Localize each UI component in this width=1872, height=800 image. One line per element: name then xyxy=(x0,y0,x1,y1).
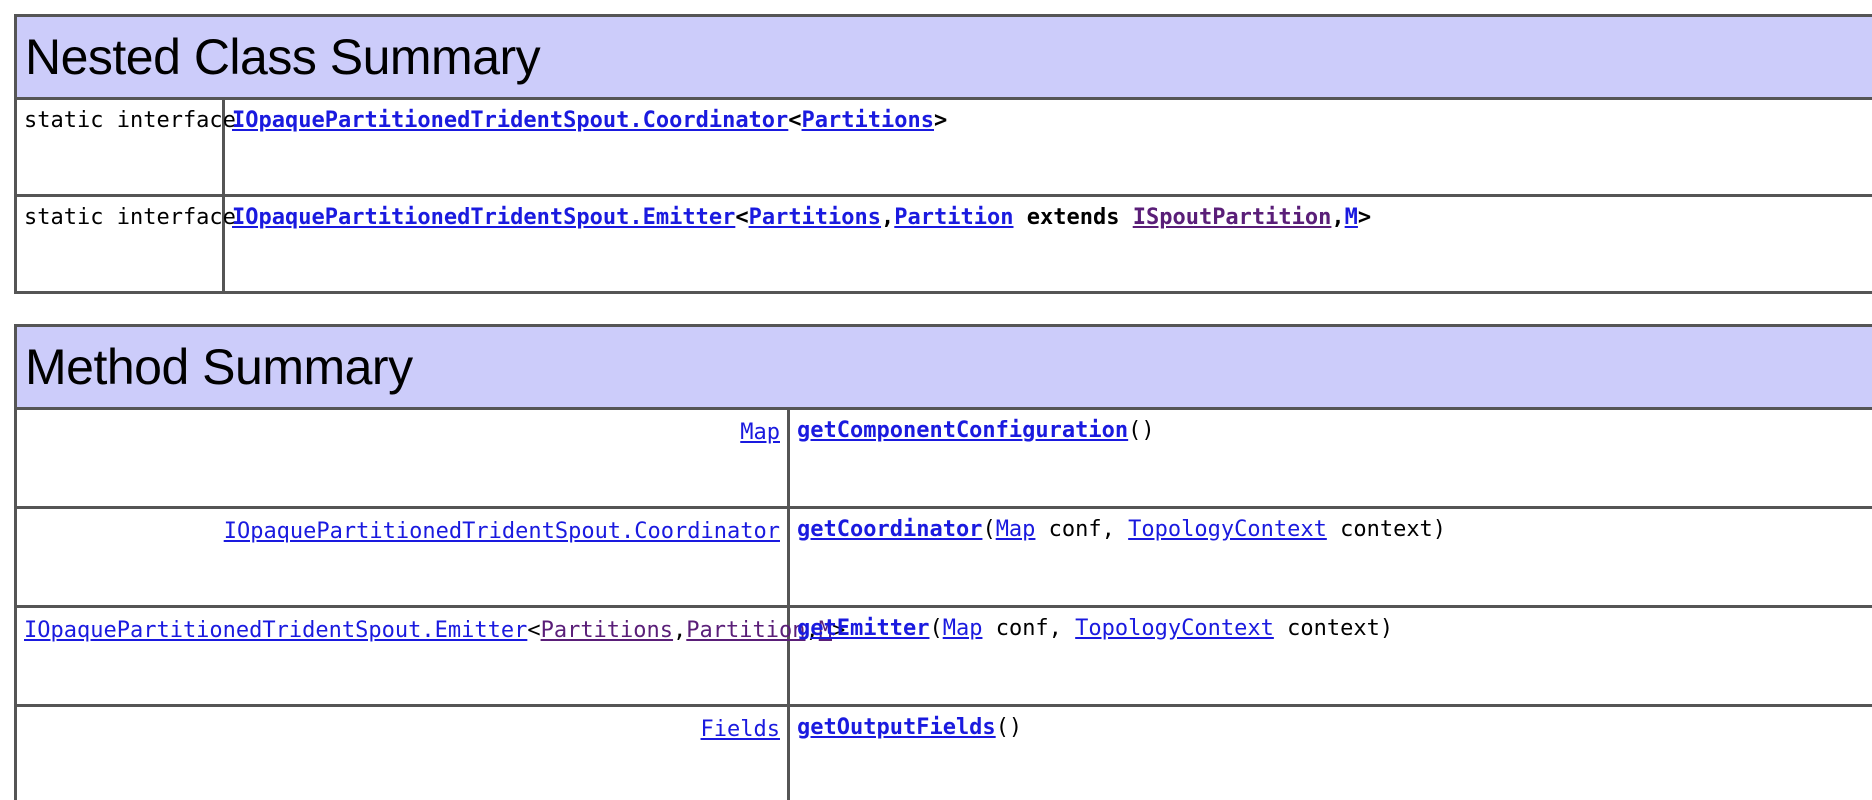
params-open: ( xyxy=(982,517,996,542)
modifier-cell: static interface xyxy=(14,97,236,197)
getoutputfields-method-link[interactable]: getOutputFields xyxy=(797,715,996,740)
extends-keyword: extends xyxy=(1013,205,1133,230)
partition-type-link[interactable]: Partition xyxy=(894,205,1013,230)
generic-close: > xyxy=(1357,205,1372,230)
return-type-cell: IOpaquePartitionedTridentSpout.Coordinat… xyxy=(14,506,790,608)
generic-close: > xyxy=(934,108,948,133)
return-type-cell: Fields xyxy=(14,704,790,800)
nested-class-summary-table: Nested Class Summary static interface IO… xyxy=(14,14,1872,294)
params-text: () xyxy=(995,715,1023,740)
method-summary-table: Method Summary Map getComponentConfigura… xyxy=(14,324,1872,800)
partitions-type-link[interactable]: Partitions xyxy=(749,205,881,230)
generic-separator: , xyxy=(673,618,687,643)
method-signature-cell: getEmitter(Map conf, TopologyContext con… xyxy=(787,605,1872,707)
ispoutpartition-type-link[interactable]: ISpoutPartition xyxy=(1133,205,1332,230)
return-type-cell: IOpaquePartitionedTridentSpout.Emitter<P… xyxy=(14,605,845,707)
modifier-cell: static interface xyxy=(14,194,236,294)
map-type-link[interactable]: Map xyxy=(740,420,780,445)
modifier-text: static interface xyxy=(24,205,236,230)
partitions-type-link[interactable]: Partitions xyxy=(541,618,673,643)
partitions-type-link[interactable]: Partitions xyxy=(802,108,934,133)
fields-type-link[interactable]: Fields xyxy=(701,717,780,742)
nested-class-summary-title: Nested Class Summary xyxy=(25,29,541,85)
generic-separator: , xyxy=(1331,205,1345,230)
getcoordinator-method-link[interactable]: getCoordinator xyxy=(797,517,982,542)
modifier-text: static interface xyxy=(24,108,236,133)
getemitter-method-link[interactable]: getEmitter xyxy=(797,616,929,641)
generic-open: < xyxy=(788,108,802,133)
param-name-conf: conf, xyxy=(982,616,1076,641)
method-signature-cell: getComponentConfiguration() xyxy=(787,407,1872,509)
method-signature-cell: getCoordinator(Map conf, TopologyContext… xyxy=(787,506,1872,608)
method-signature-cell: getOutputFields() xyxy=(787,704,1872,800)
params-text: () xyxy=(1128,418,1155,443)
nested-class-row-coordinator: static interface IOpaquePartitionedTride… xyxy=(14,97,1872,197)
method-summary-title: Method Summary xyxy=(25,339,413,395)
emitter-type-link[interactable]: IOpaquePartitionedTridentSpout.Emitter xyxy=(24,618,527,643)
topologycontext-type-link[interactable]: TopologyContext xyxy=(1128,517,1327,542)
method-row-getoutputfields: Fields getOutputFields() xyxy=(14,704,1872,800)
getcomponentconfiguration-method-link[interactable]: getComponentConfiguration xyxy=(797,418,1128,443)
param-name-context: context) xyxy=(1273,616,1394,641)
param-name-conf: conf, xyxy=(1035,517,1129,542)
generic-open: < xyxy=(527,618,541,643)
class-signature-cell: IOpaquePartitionedTridentSpout.Coordinat… xyxy=(222,97,1872,197)
generic-separator: , xyxy=(881,205,895,230)
generic-open: < xyxy=(735,205,749,230)
partition-type-link[interactable]: Partition xyxy=(686,618,805,643)
method-row-getemitter: IOpaquePartitionedTridentSpout.Emitter<P… xyxy=(14,605,1872,707)
nested-class-summary-header: Nested Class Summary xyxy=(14,14,1872,100)
return-type-cell: Map xyxy=(14,407,790,509)
method-summary-header: Method Summary xyxy=(14,324,1872,410)
m-type-link[interactable]: M xyxy=(1345,205,1358,230)
nested-class-row-emitter: static interface IOpaquePartitionedTride… xyxy=(14,194,1872,294)
class-signature-cell: IOpaquePartitionedTridentSpout.Emitter<P… xyxy=(222,194,1872,294)
map-type-link[interactable]: Map xyxy=(996,517,1036,542)
params-open: ( xyxy=(929,616,943,641)
method-summary-header-cell: Method Summary xyxy=(14,324,1872,410)
method-row-getcoordinator: IOpaquePartitionedTridentSpout.Coordinat… xyxy=(14,506,1872,608)
map-type-link[interactable]: Map xyxy=(943,616,983,641)
topologycontext-type-link[interactable]: TopologyContext xyxy=(1075,616,1274,641)
param-name-context: context) xyxy=(1326,517,1447,542)
coordinator-class-link[interactable]: IOpaquePartitionedTridentSpout.Coordinat… xyxy=(232,108,788,133)
nested-class-summary-header-cell: Nested Class Summary xyxy=(14,14,1872,100)
emitter-class-link[interactable]: IOpaquePartitionedTridentSpout.Emitter xyxy=(232,205,735,230)
coordinator-type-link[interactable]: IOpaquePartitionedTridentSpout.Coordinat… xyxy=(224,519,780,544)
method-row-getcomponentconfiguration: Map getComponentConfiguration() xyxy=(14,407,1872,509)
